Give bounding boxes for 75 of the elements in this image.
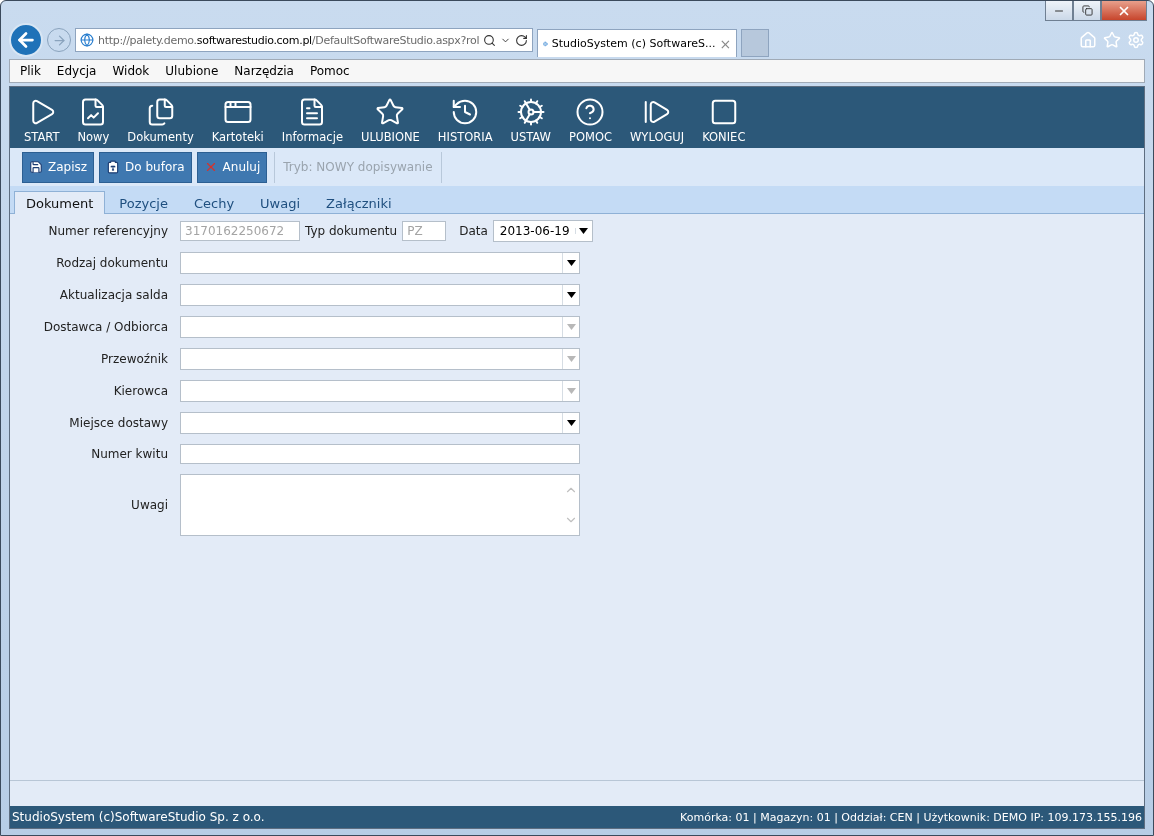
field-label: Rodzaj dokumentu: [55, 256, 168, 270]
dropdown-arrow-icon: [566, 420, 576, 426]
toolbar-button[interactable]: Nowy: [69, 97, 118, 144]
star-icon[interactable]: [1103, 31, 1121, 49]
settings-icon[interactable]: [1127, 31, 1145, 49]
toolbar-button[interactable]: START: [16, 97, 68, 144]
refresh-icon[interactable]: [515, 33, 529, 47]
tab[interactable]: Dokument: [14, 191, 106, 214]
maximize-button[interactable]: [1073, 1, 1101, 21]
menu-item[interactable]: Narzędzia: [234, 64, 294, 78]
dropdown-field[interactable]: [180, 348, 580, 370]
gear-icon: [515, 97, 546, 127]
field-label: Numer referencyjny: [47, 224, 168, 238]
status-text: StudioSystem (c)SoftwareStudio Sp. z o.o.: [12, 810, 265, 824]
dropdown-arrow-icon: [579, 228, 589, 234]
help-icon: [575, 97, 606, 127]
toolbar-button[interactable]: KONIEC: [694, 97, 754, 144]
field-label: Uwagi: [130, 498, 168, 512]
field-label: Miejsce dostawy: [68, 416, 168, 430]
action-button[interactable]: Anuluj: [196, 151, 268, 183]
dropdown-arrow-icon: [566, 356, 576, 362]
search-icon[interactable]: [483, 33, 497, 47]
field-label: Dostawca / Odbiorca: [42, 320, 168, 334]
toolbar-button[interactable]: ULUBIONE: [352, 97, 428, 144]
field-label: Typ dokumentu: [305, 224, 398, 238]
date-dropdown[interactable]: 2013-06-19: [492, 220, 593, 242]
minimize-button[interactable]: [1045, 1, 1073, 21]
home-icon[interactable]: [1079, 31, 1097, 49]
menu-item[interactable]: Pomoc: [309, 64, 350, 78]
floppy-icon: [29, 160, 43, 174]
star-icon: [375, 97, 406, 127]
action-button[interactable]: Zapisz: [22, 151, 95, 183]
mode-label: Tryb: NOWY dopisywanie: [274, 151, 442, 183]
toolbar-button[interactable]: POMOC: [561, 97, 620, 144]
field-label: Numer kwitu: [90, 447, 168, 461]
toolbar-button[interactable]: WYLOGUJ: [622, 97, 693, 144]
back-button[interactable]: [9, 23, 43, 57]
menu-item[interactable]: Ulubione: [165, 64, 219, 78]
dropdown-arrow-icon: [566, 388, 576, 394]
address-field[interactable]: http://palety.demo.softwarestudio.com.pl/DefaultSoftwareStudio.aspx?rol: [75, 28, 534, 52]
tab[interactable]: Cechy: [181, 191, 247, 214]
toolbar-button[interactable]: HISTORIA: [429, 97, 501, 144]
field-label: Data: [459, 224, 488, 238]
new-tab-button[interactable]: [741, 29, 770, 57]
field-label: Przewoźnik: [100, 352, 168, 366]
status-text: Komórka: 01 | Magazyn: 01 | Oddział: CEN | Użytkownik: DEMO IP: 109.173.155.196: [680, 810, 1142, 824]
toolbar-button[interactable]: Dokumenty: [119, 97, 202, 144]
action-button[interactable]: Do bufora: [99, 151, 192, 183]
dropdown-field[interactable]: [180, 284, 580, 306]
menu-item[interactable]: Widok: [112, 64, 150, 78]
clipboard-icon: [106, 160, 121, 174]
dropdown-field[interactable]: [180, 316, 580, 338]
field-label: Aktualizacja salda: [58, 288, 168, 302]
dropdown-field[interactable]: [180, 252, 580, 274]
restore-icon: [1081, 5, 1093, 16]
tab[interactable]: Pozycje: [107, 191, 180, 214]
dropdown-arrow-icon: [566, 324, 576, 330]
dropdown-field[interactable]: [180, 380, 580, 402]
tab[interactable]: Załączniki: [314, 191, 404, 214]
toolbar-button[interactable]: Kartoteki: [203, 97, 272, 144]
field-label: Kierowca: [112, 384, 168, 398]
dropdown-arrow-icon: [566, 260, 576, 266]
close-button[interactable]: [1101, 1, 1147, 21]
text-area[interactable]: [180, 474, 580, 536]
menu-item[interactable]: Plik: [20, 64, 41, 78]
forward-arrow-icon: [51, 32, 67, 48]
menu-item[interactable]: Edycja: [56, 64, 97, 78]
toolbar-button[interactable]: Informacje: [273, 97, 351, 144]
toolbar-button[interactable]: USTAW: [502, 97, 559, 144]
browser-tab[interactable]: StudioSystem (c) SoftwareS... ×: [537, 29, 738, 57]
input-field[interactable]: [180, 444, 580, 464]
tab-close-button[interactable]: ×: [719, 35, 732, 52]
dropdown-arrow-icon: [566, 292, 576, 298]
tab[interactable]: Uwagi: [248, 191, 313, 214]
dropdown-field[interactable]: [180, 412, 580, 434]
